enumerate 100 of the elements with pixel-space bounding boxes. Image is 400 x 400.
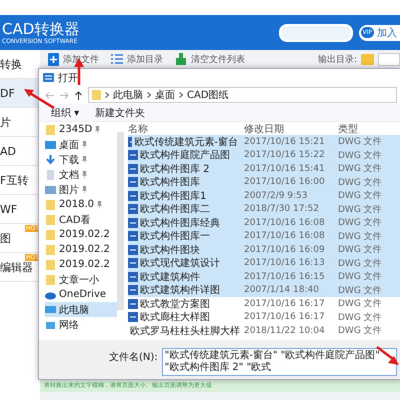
toolbar-button[interactable]: 清空文件列表 — [175, 52, 245, 66]
dwg-file-icon — [128, 298, 138, 309]
column-header[interactable]: 类型 — [338, 122, 398, 136]
account-pill[interactable] — [278, 24, 352, 42]
nav-item[interactable]: 下载 — [45, 152, 117, 167]
nav-label: 下载 — [59, 154, 79, 166]
file-row[interactable]: 欧式教堂方案图 2017/10/16 16:17 DWG 文件 — [128, 297, 400, 310]
folder-icon — [45, 244, 56, 254]
nav-item[interactable]: 文章一小 — [45, 272, 117, 287]
network-icon — [45, 320, 56, 330]
file-date: 2017/10/16 16:17 — [243, 312, 326, 322]
nav-item[interactable]: 桌面 — [45, 137, 117, 152]
file-type: DWG 文件 — [338, 204, 383, 216]
nav-item[interactable]: 2019.02.2 — [45, 257, 117, 272]
nav-item[interactable]: 2019.02.2 — [45, 227, 117, 242]
file-type: DWG 文件 — [338, 298, 383, 310]
nav-label: 文章一小 — [59, 274, 99, 286]
file-row[interactable]: 欧式构件庭院产品图 2017/10/16 15:22 DWG 文件 — [128, 148, 400, 162]
chevron-icon — [105, 92, 109, 98]
file-row[interactable]: 欧式构件图库1 2007/2/9 9:53 DWG 文件 — [128, 189, 400, 202]
chevron-icon — [179, 92, 183, 98]
column-header[interactable]: 名称 — [128, 122, 238, 136]
file-row[interactable]: 欧式构件图块 2017/10/16 16:09 DWG 文件 — [128, 243, 400, 256]
nav-label: 网络 — [59, 318, 79, 332]
annotation-arrow — [376, 346, 400, 366]
folder-icon[interactable] — [361, 54, 374, 64]
doc-icon — [45, 170, 56, 180]
breadcrumb[interactable]: 桌面 — [155, 88, 175, 102]
dwg-file-icon — [128, 258, 138, 268]
file-row[interactable]: 欧式构件图库 2 2017/10/16 15:41 DWG 文件 — [128, 162, 400, 176]
file-row[interactable]: 欧式传统建筑元素-窗台 2017/10/16 15:21 DWG 文件 — [128, 135, 400, 148]
nav-item[interactable]: CAD看 — [45, 212, 117, 227]
folder-icon — [92, 90, 101, 100]
column-header[interactable]: 修改日期 — [238, 122, 338, 136]
file-name: 欧式构件图块 — [140, 244, 200, 257]
nav-item[interactable]: 此电脑 — [45, 302, 117, 317]
organize-menu[interactable]: 组织 ▾ — [51, 106, 80, 120]
file-date: 2017/10/16 16:13 — [243, 258, 326, 268]
file-type: DWG 文件 — [338, 216, 383, 230]
nav-label: 文档 — [59, 168, 79, 182]
file-row[interactable]: 欧式构件图库 2017/10/16 16:00 DWG 文件 — [128, 176, 400, 189]
nav-label: 此电脑 — [59, 304, 89, 316]
picture-icon — [45, 184, 56, 194]
file-name: 欧式构件图库1 — [140, 190, 206, 203]
chevron-icon — [147, 92, 151, 98]
dwg-file-icon — [128, 177, 138, 188]
file-type: DWG 文件 — [338, 244, 383, 256]
nav-item[interactable]: OneDrive — [45, 287, 117, 302]
up-icon[interactable] — [75, 90, 82, 100]
file-date: 2017/10/16 16:08 — [243, 231, 326, 242]
file-name: 欧式建筑构件 — [140, 270, 200, 284]
file-date: 2017/10/16 15:22 — [243, 150, 326, 160]
output-label: 输出目录: — [318, 54, 357, 66]
file-row[interactable]: 欧式构件图库一 2017/10/16 16:08 DWG 文件 — [128, 230, 400, 243]
nav-label: 2019.02.2 — [59, 259, 110, 270]
address-bar[interactable]: 此电脑 桌面 CAD图纸 — [88, 87, 397, 103]
file-name: 欧式传统建筑元素-窗台 — [134, 136, 238, 149]
nav-item[interactable]: 2018.0 — [45, 197, 117, 212]
file-date: 2017/10/16 16:15 — [243, 272, 326, 282]
file-name: 欧式构件图库二 — [140, 202, 210, 216]
nav-item[interactable]: 网络 — [45, 317, 117, 332]
forward-icon[interactable] — [60, 92, 69, 98]
file-row[interactable]: 欧式廊柱大样图 2017/10/16 16:17 DWG 文件 — [128, 310, 400, 324]
file-type: DWG 文件 — [338, 190, 383, 202]
file-name: 欧式廊柱大样图 — [140, 310, 210, 324]
folder-icon — [45, 230, 56, 240]
file-type: DWG 文件 — [338, 284, 383, 297]
file-date: 2017/10/16 16:00 — [243, 177, 326, 188]
file-row[interactable]: 欧式构件图库二 2018/7/30 17:52 DWG 文件 — [128, 202, 400, 216]
file-row[interactable]: 欧式建筑构件 2017/10/16 16:15 DWG 文件 — [128, 270, 400, 284]
dwg-file-icon — [128, 285, 138, 296]
nav-label: CAD看 — [59, 214, 91, 226]
nav-item[interactable]: 2345D — [45, 122, 117, 137]
nav-item[interactable]: 2019.02.2 — [45, 242, 117, 257]
file-type: DWG 文件 — [338, 258, 383, 270]
folder-icon — [45, 274, 56, 284]
file-row[interactable]: 欧式建筑构件详图 2007/1/14 18:40 DWG 文件 — [128, 284, 400, 297]
breadcrumb[interactable]: 此电脑 — [113, 88, 143, 102]
file-row[interactable]: 欧式罗马柱柱头柱脚大样 2018/11/22 10:04 DWG 文件 — [128, 324, 400, 338]
file-type: DWG 文件 — [338, 150, 383, 162]
desktop-icon — [45, 140, 56, 150]
dwg-file-icon — [128, 272, 138, 282]
app-title: CAD转换器 — [2, 20, 80, 38]
folder-icon — [45, 260, 56, 270]
toolbar-button[interactable]: 添加目录 — [111, 52, 163, 66]
nav-item[interactable]: 文档 — [45, 167, 117, 182]
nav-item[interactable]: 图片 — [45, 182, 117, 197]
sidebar-item[interactable]: DF — [0, 79, 40, 108]
file-name: 欧式构件庭院产品图 — [140, 148, 230, 162]
file-row[interactable]: 欧式构件图库经典 2017/10/16 16:08 DWG 文件 — [128, 216, 400, 230]
file-name: 欧式构件图库经典 — [140, 216, 220, 230]
scroll-bar[interactable] — [117, 132, 124, 310]
file-row[interactable]: 欧式现代建筑设计 2017/10/16 16:13 DWG 文件 — [128, 256, 400, 270]
breadcrumb[interactable]: CAD图纸 — [187, 88, 229, 102]
new-folder-button[interactable]: 新建文件夹 — [95, 106, 146, 120]
back-icon[interactable] — [45, 92, 54, 98]
output-field[interactable] — [378, 52, 400, 66]
file-type: DWG 文件 — [338, 162, 383, 176]
filename-field[interactable]: "欧式传统建筑元素-窗台" "欧式构件庭院产品图" "欧式构件图库 2" "欧式 — [162, 348, 397, 376]
nav-label: 图片 — [59, 184, 79, 196]
